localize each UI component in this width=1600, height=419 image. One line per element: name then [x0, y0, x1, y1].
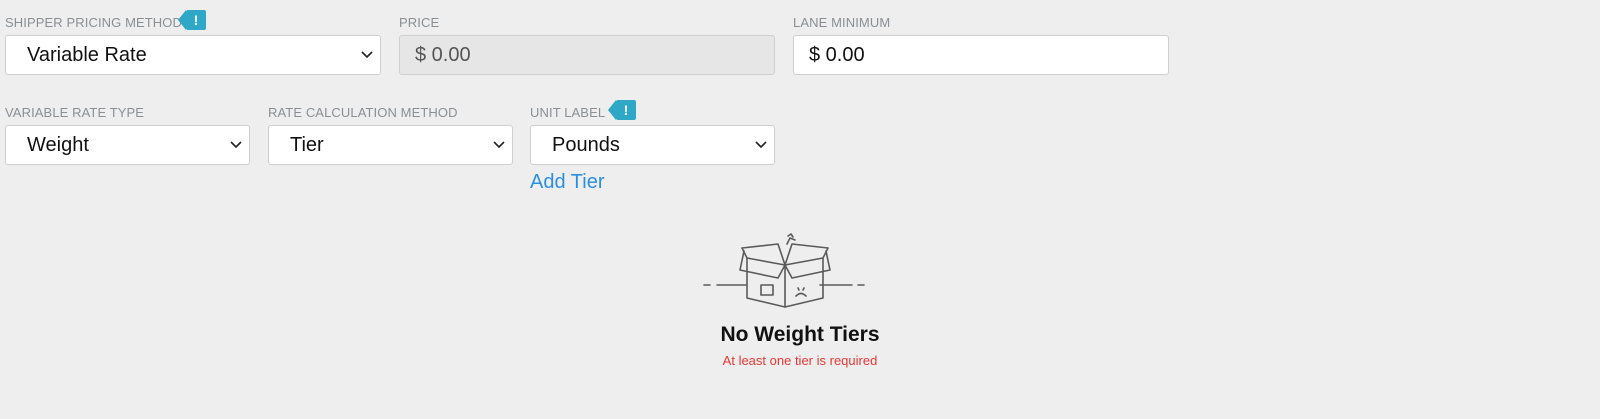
chevron-down-icon [748, 141, 774, 149]
price-value: $ 0.00 [415, 43, 471, 66]
shipper-pricing-method-select[interactable]: Variable Rate [5, 35, 381, 75]
lane-minimum-label: LANE MINIMUM [793, 15, 891, 30]
info-icon[interactable]: ! [608, 100, 636, 120]
lane-minimum-value: $ 0.00 [809, 43, 865, 66]
shipper-pricing-method-label: SHIPPER PRICING METHOD [5, 15, 182, 30]
chevron-down-icon [486, 141, 512, 149]
lane-minimum-input[interactable]: $ 0.00 [793, 35, 1169, 75]
rate-calculation-method-value: Tier [290, 133, 324, 156]
empty-state-title: No Weight Tiers [720, 323, 880, 346]
rate-calculation-method-label: RATE CALCULATION METHOD [268, 105, 458, 120]
chevron-down-icon [223, 141, 249, 149]
add-tier-link[interactable]: Add Tier [530, 171, 604, 194]
unit-label-label: UNIT LABEL [530, 105, 606, 120]
shipper-pricing-method-value: Variable Rate [27, 43, 147, 66]
empty-box-icon [703, 233, 865, 308]
empty-state-subtitle: At least one tier is required [722, 353, 878, 368]
info-icon[interactable]: ! [178, 10, 206, 30]
chevron-down-icon [354, 51, 380, 59]
price-input: $ 0.00 [399, 35, 775, 75]
variable-rate-type-value: Weight [27, 133, 89, 156]
variable-rate-type-select[interactable]: Weight [5, 125, 250, 165]
price-label: PRICE [399, 15, 440, 30]
rate-calculation-method-select[interactable]: Tier [268, 125, 513, 165]
unit-label-value: Pounds [552, 133, 620, 156]
variable-rate-type-label: VARIABLE RATE TYPE [5, 105, 145, 120]
unit-label-select[interactable]: Pounds [530, 125, 775, 165]
